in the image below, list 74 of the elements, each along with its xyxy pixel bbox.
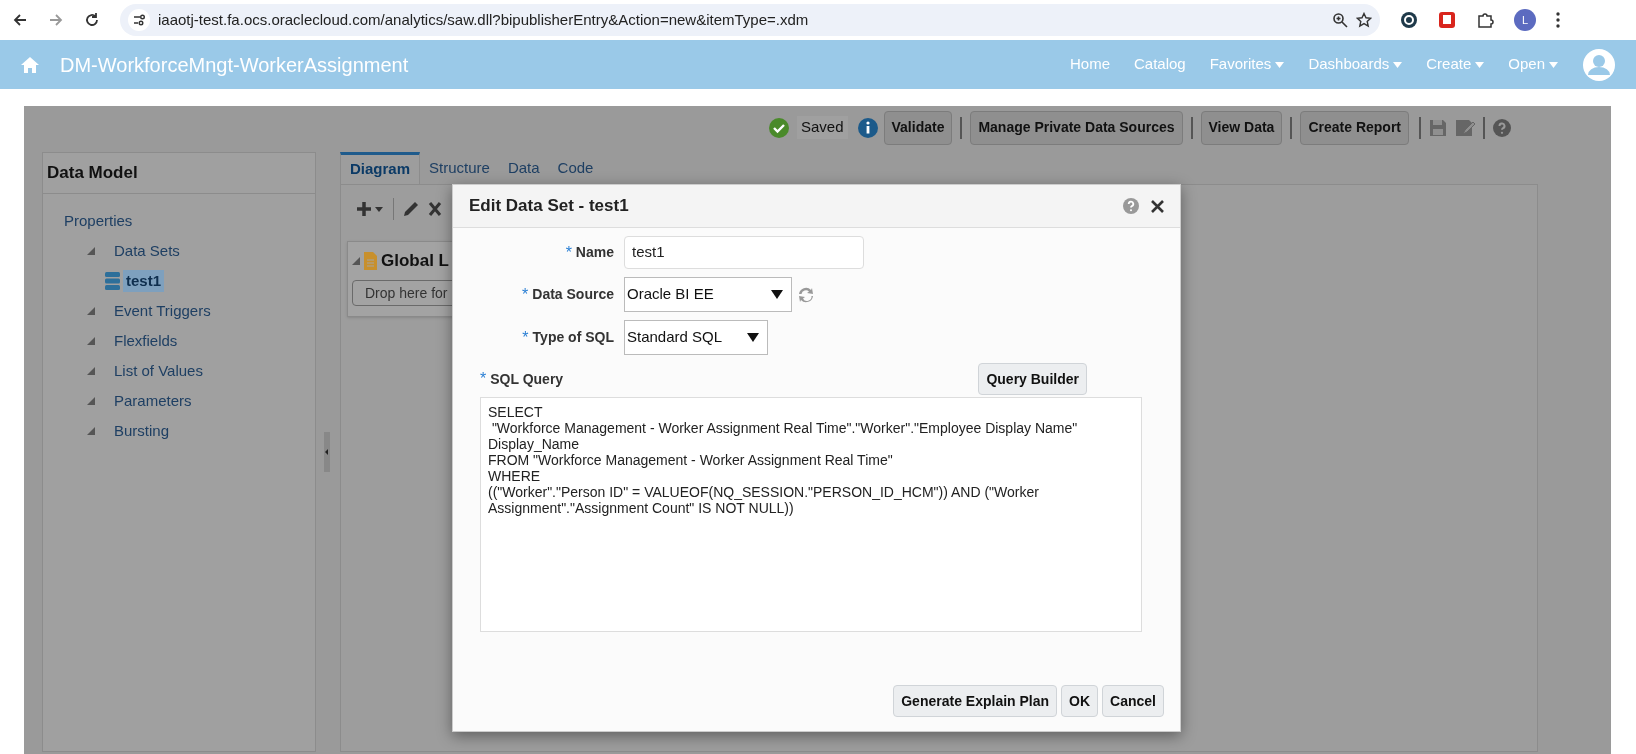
caret-icon <box>1275 61 1285 68</box>
query-builder-button[interactable]: Query Builder <box>978 363 1087 395</box>
check-circle-icon <box>768 117 789 138</box>
tab[interactable]: Code <box>548 152 603 184</box>
group-title: Global L <box>381 250 449 273</box>
panel-title: Data Model <box>43 153 315 194</box>
expand-triangle-icon[interactable] <box>87 397 95 405</box>
dialog-button[interactable]: Cancel <box>1102 685 1164 717</box>
delete-icon[interactable] <box>428 201 442 217</box>
menu-icon[interactable] <box>1556 12 1560 28</box>
document-icon <box>364 252 377 270</box>
field-label: Name <box>575 243 614 262</box>
tree-item[interactable]: Data Sets <box>111 239 183 263</box>
caret-icon <box>1549 61 1558 68</box>
address-bar[interactable]: iaaotj-test.fa.ocs.oraclecloud.com/analytics/saw.dll?bipublisherEntry&Action=new&itemType=.xdm <box>120 4 1380 36</box>
reload-icon[interactable] <box>84 12 100 28</box>
tree-item[interactable]: Parameters <box>111 389 195 413</box>
forward-icon[interactable] <box>48 12 64 28</box>
dropdown-field[interactable]: Standard SQL <box>624 320 768 355</box>
close-icon[interactable] <box>1151 199 1164 213</box>
help-icon[interactable] <box>1123 198 1139 214</box>
caret-icon <box>1475 61 1485 68</box>
expand-triangle-icon[interactable] <box>87 427 95 435</box>
dropdown-field[interactable]: Oracle BI EE <box>624 277 792 312</box>
caret-icon <box>747 333 759 342</box>
star-icon[interactable] <box>1356 12 1372 28</box>
field-label: Data Source <box>532 285 614 304</box>
dialog-title: Edit Data Set - test1 <box>469 195 629 218</box>
extension-icon[interactable] <box>1438 11 1456 29</box>
tab[interactable]: Diagram <box>340 152 421 184</box>
tab[interactable]: Data <box>498 152 549 184</box>
collapse-handle-icon[interactable] <box>324 432 330 472</box>
expand-triangle-icon[interactable] <box>87 247 95 255</box>
tab[interactable]: Structure <box>420 152 499 184</box>
field-label: SQL Query <box>490 369 564 389</box>
database-icon <box>105 272 120 290</box>
tree-item[interactable]: Bursting <box>111 419 173 443</box>
caret-icon <box>771 290 783 299</box>
collapse-triangle-icon[interactable] <box>352 257 360 265</box>
tree-item[interactable]: Flexfields <box>111 329 181 353</box>
expand-triangle-icon[interactable] <box>87 367 95 375</box>
back-icon[interactable] <box>12 12 28 28</box>
caret-icon <box>1393 61 1403 68</box>
required-mark: * <box>522 327 529 348</box>
tree-item[interactable]: Properties <box>61 209 136 233</box>
expand-triangle-icon[interactable] <box>87 337 95 345</box>
toolbar-button[interactable]: View Data <box>1200 110 1283 145</box>
dialog-button[interactable]: Generate Explain Plan <box>893 685 1058 717</box>
toolbar-button[interactable]: Manage Private Data Sources <box>970 110 1183 145</box>
required-mark: * <box>522 284 529 305</box>
tree-item[interactable]: test1 <box>123 269 165 293</box>
url-text: iaaotj-test.fa.ocs.oraclecloud.com/analytics/saw.dll?bipublisherEntry&Action=new&itemType=.xdm <box>158 9 809 30</box>
status-text: Saved <box>796 116 848 139</box>
required-mark: * <box>565 242 572 263</box>
page-title: DM-WorkforceMngt-WorkerAssignment <box>60 52 409 78</box>
site-settings-icon[interactable] <box>128 9 150 31</box>
tree-item[interactable]: List of Values <box>111 359 206 383</box>
info-icon[interactable] <box>857 117 878 138</box>
pencil-icon[interactable] <box>402 200 420 218</box>
field-label: Type of SQL <box>532 328 614 347</box>
zoom-icon[interactable] <box>1332 12 1348 28</box>
name-field[interactable]: test1 <box>624 236 864 269</box>
expand-triangle-icon[interactable] <box>87 307 95 315</box>
toolbar-button[interactable]: Validate <box>883 110 953 145</box>
toolbar-button[interactable]: Create Report <box>1300 110 1409 145</box>
help-icon[interactable] <box>1493 118 1511 137</box>
dialog-button[interactable]: OK <box>1061 685 1099 717</box>
extension-icon[interactable] <box>1400 11 1418 29</box>
required-mark: * <box>480 369 487 389</box>
puzzle-icon[interactable] <box>1476 11 1494 29</box>
sql-query-field[interactable]: SELECT "Workforce Management - Worker Assignment Real Time"."Worker"."Employee Display Name" Display_Name FROM "Workforce Management - Worker Assignment Real Time" WHERE (("Worker"."Person ID" = VALUEOF(NQ_SESSION."PERSON_ID_HCM")) AND ("Worker Assignment"."Assignment Count" IS NOT NULL)) <box>480 397 1142 632</box>
profile-avatar[interactable]: L <box>1514 9 1536 31</box>
tree-item[interactable]: Event Triggers <box>111 299 214 323</box>
add-dropdown-icon[interactable] <box>355 200 385 218</box>
